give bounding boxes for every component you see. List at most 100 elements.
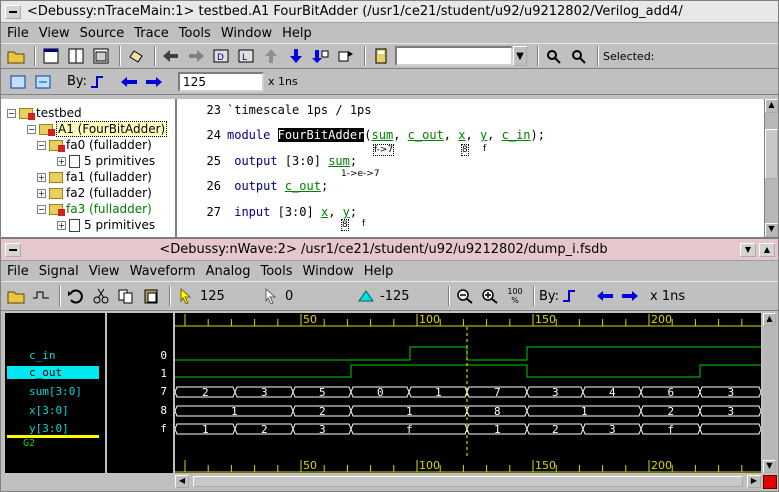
wave-vscrollbar[interactable]: ▲ ▼ xyxy=(763,313,777,473)
tree-node-fa0[interactable]: − fa0 (fulladder) xyxy=(37,137,152,153)
hierarchy-icon[interactable] xyxy=(7,71,29,93)
forward-arrow-icon[interactable] xyxy=(185,45,207,67)
menu-tools[interactable]: Tools xyxy=(179,26,211,41)
delta-icon[interactable] xyxy=(355,285,377,307)
signal-sum[interactable]: sum xyxy=(372,128,394,142)
trace-titlebar[interactable]: <Debussy:nTraceMain:1> testbed.A1 FourBi… xyxy=(1,1,778,23)
calculator-icon[interactable] xyxy=(370,45,392,67)
group-label[interactable]: G2 xyxy=(23,438,35,449)
expand-toggle[interactable]: + xyxy=(57,220,66,230)
trace-down-icon[interactable] xyxy=(310,45,332,67)
cursor-pointer-icon[interactable] xyxy=(175,285,197,307)
signal-name-sum[interactable]: sum[3:0] xyxy=(29,385,82,398)
menu-window[interactable]: Window xyxy=(221,26,272,41)
down-arrow-icon[interactable] xyxy=(285,45,307,67)
next-edge-icon[interactable] xyxy=(619,285,641,307)
menu-trace[interactable]: Trace xyxy=(134,26,169,41)
zoom-out-icon[interactable] xyxy=(454,285,476,307)
signal-c-out[interactable]: c_out xyxy=(285,179,321,193)
scroll-up-icon[interactable]: ▲ xyxy=(765,99,778,113)
driver-icon[interactable]: D xyxy=(210,45,232,67)
signal-y[interactable]: y xyxy=(343,205,350,219)
signal-x[interactable]: x xyxy=(321,205,328,219)
tree-node-testbed[interactable]: − testbed xyxy=(7,105,82,121)
find-next-icon[interactable] xyxy=(568,45,590,67)
menu-view[interactable]: View xyxy=(89,264,120,279)
edge-icon[interactable] xyxy=(87,71,109,93)
new-window-icon[interactable] xyxy=(40,45,62,67)
collapse-toggle[interactable]: − xyxy=(7,108,16,118)
back-arrow-icon[interactable] xyxy=(160,45,182,67)
zoom-in-icon[interactable] xyxy=(479,285,501,307)
scroll-down-icon[interactable]: ▼ xyxy=(763,460,776,473)
scroll-up-icon[interactable]: ▲ xyxy=(763,313,776,326)
tree-node-primitives[interactable]: + 5 primitives xyxy=(57,217,155,233)
wave-titlebar[interactable]: <Debussy:nWave:2> /usr1/ce21/student/u92… xyxy=(1,239,778,261)
tree-node-fa1[interactable]: + fa1 (fulladder) xyxy=(37,169,152,185)
signal-sum[interactable]: sum xyxy=(328,154,350,168)
source-view[interactable]: 23 `timescale 1ps / 1ps 24 module FourBitA… xyxy=(177,99,764,237)
up-arrow-icon[interactable] xyxy=(260,45,282,67)
open-folder-icon[interactable] xyxy=(5,45,27,67)
next-arrow-icon[interactable] xyxy=(143,71,165,93)
menu-tools[interactable]: Tools xyxy=(260,264,292,279)
maximize-icon[interactable]: ▲ xyxy=(759,242,775,257)
prev-edge-icon[interactable] xyxy=(594,285,616,307)
scroll-down-icon[interactable]: ▼ xyxy=(765,223,778,237)
undo-icon[interactable] xyxy=(65,285,87,307)
paste-icon[interactable] xyxy=(140,285,162,307)
menu-file[interactable]: File xyxy=(7,26,29,41)
expand-toggle[interactable]: + xyxy=(57,156,66,166)
find-icon[interactable] xyxy=(543,45,565,67)
menu-analog[interactable]: Analog xyxy=(206,264,251,279)
system-menu-icon[interactable] xyxy=(5,242,21,257)
copy-icon[interactable] xyxy=(115,285,137,307)
signal-name-x[interactable]: x[3:0] xyxy=(29,404,69,417)
combo-dropdown-button[interactable]: ▼ xyxy=(513,46,527,66)
tree-node-fa2[interactable]: + fa2 (fulladder) xyxy=(37,185,152,201)
marker-icon[interactable] xyxy=(260,285,282,307)
scroll-right-icon[interactable]: ▶ xyxy=(747,475,761,488)
delay-input[interactable]: 125 xyxy=(178,71,265,92)
source-scrollbar[interactable]: ▲ ▼ xyxy=(764,99,778,237)
prev-arrow-icon[interactable] xyxy=(118,71,140,93)
minimize-icon[interactable]: ▼ xyxy=(740,242,756,257)
tree-node-fa3[interactable]: − fa3 (fulladder) xyxy=(37,201,152,217)
tree-node-a1[interactable]: − A1 (FourBitAdder) xyxy=(27,121,168,137)
signal-name-y[interactable]: y[3:0] xyxy=(29,422,69,435)
edge-icon[interactable] xyxy=(559,285,581,307)
signal-name-c-out[interactable]: c_out xyxy=(7,366,99,379)
expand-toggle[interactable]: + xyxy=(37,172,46,182)
scroll-thumb[interactable] xyxy=(765,129,778,179)
split-window-icon[interactable] xyxy=(65,45,87,67)
menu-waveform[interactable]: Waveform xyxy=(130,264,196,279)
menu-source[interactable]: Source xyxy=(80,26,125,41)
scroll-left-icon[interactable]: ◀ xyxy=(175,475,189,488)
system-menu-icon[interactable] xyxy=(5,4,21,19)
open-folder-icon[interactable] xyxy=(5,285,27,307)
search-combo[interactable] xyxy=(395,46,513,66)
menu-signal[interactable]: Signal xyxy=(39,264,79,279)
scroll-thumb[interactable] xyxy=(193,476,743,487)
signal-x[interactable]: x xyxy=(458,128,465,142)
zoom-100-button[interactable]: 100 % xyxy=(504,285,526,307)
tile-window-icon[interactable] xyxy=(90,45,112,67)
signal-y[interactable]: y xyxy=(480,128,487,142)
expand-toggle[interactable]: + xyxy=(37,188,46,198)
cut-icon[interactable] xyxy=(90,285,112,307)
signal-c-in[interactable]: c_in xyxy=(502,128,531,142)
tree-node-primitives[interactable]: + 5 primitives xyxy=(57,153,155,169)
waveform-canvas[interactable]: 50 100 150 200 23501734631218123123f123f 50… xyxy=(175,313,761,473)
signal-name-c-in[interactable]: c_in xyxy=(29,349,56,362)
menu-view[interactable]: View xyxy=(39,26,70,41)
menu-window[interactable]: Window xyxy=(303,264,354,279)
menu-help[interactable]: Help xyxy=(282,26,312,41)
collapse-toggle[interactable]: − xyxy=(27,124,36,134)
menu-file[interactable]: File xyxy=(7,264,29,279)
wave-hscrollbar[interactable]: ◀ ▶ xyxy=(175,475,761,489)
load-icon[interactable]: L xyxy=(235,45,257,67)
collapse-toggle[interactable]: − xyxy=(37,204,46,214)
trace-right-icon[interactable] xyxy=(335,45,357,67)
menu-help[interactable]: Help xyxy=(364,264,394,279)
hierarchy-collapse-icon[interactable] xyxy=(32,71,54,93)
